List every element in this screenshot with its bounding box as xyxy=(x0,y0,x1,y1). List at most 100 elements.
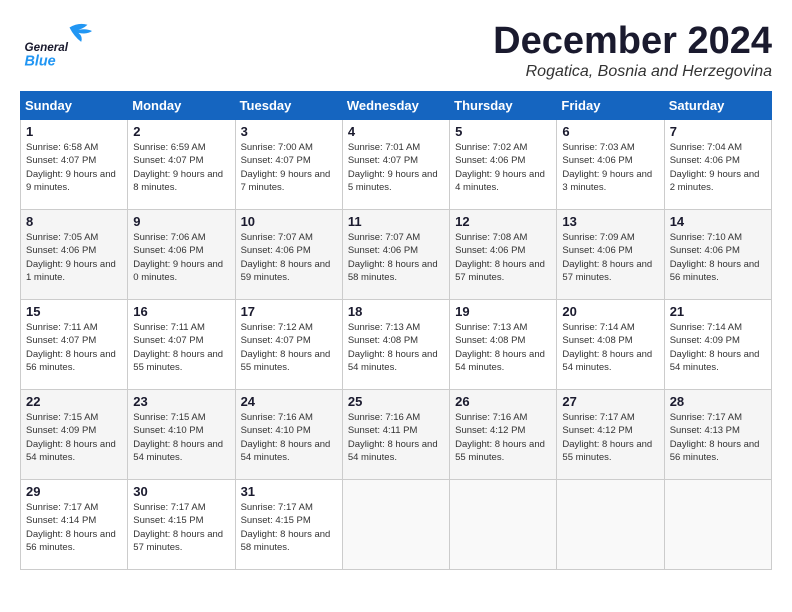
header-thursday: Thursday xyxy=(450,92,557,120)
calendar-cell: 13 Sunrise: 7:09 AMSunset: 4:06 PMDayligh… xyxy=(557,210,664,300)
day-info: Sunrise: 7:15 AMSunset: 4:09 PMDaylight:… xyxy=(26,411,122,464)
logo: General Blue xyxy=(20,20,110,70)
day-info: Sunrise: 7:15 AMSunset: 4:10 PMDaylight:… xyxy=(133,411,229,464)
day-number: 19 xyxy=(455,304,551,319)
day-number: 17 xyxy=(241,304,337,319)
day-info: Sunrise: 7:08 AMSunset: 4:06 PMDaylight:… xyxy=(455,231,551,284)
calendar-cell: 12 Sunrise: 7:08 AMSunset: 4:06 PMDayligh… xyxy=(450,210,557,300)
calendar-cell: 20Sunrise: 7:14 AMSunset: 4:08 PMDayligh… xyxy=(557,300,664,390)
calendar-cell: 22 Sunrise: 7:15 AMSunset: 4:09 PMDayligh… xyxy=(21,390,128,480)
day-number: 27 xyxy=(562,394,658,409)
calendar-cell: 17 Sunrise: 7:12 AMSunset: 4:07 PMDayligh… xyxy=(235,300,342,390)
header-friday: Friday xyxy=(557,92,664,120)
calendar-cell: 24Sunrise: 7:16 AMSunset: 4:10 PMDayligh… xyxy=(235,390,342,480)
calendar-cell: 2Sunrise: 6:59 AMSunset: 4:07 PMDaylight… xyxy=(128,120,235,210)
header-saturday: Saturday xyxy=(664,92,771,120)
day-info: Sunrise: 7:05 AMSunset: 4:06 PMDaylight:… xyxy=(26,231,122,284)
day-number: 2 xyxy=(133,124,229,139)
calendar-cell: 10 Sunrise: 7:07 AMSunset: 4:06 PMDayligh… xyxy=(235,210,342,300)
weekday-header-row: Sunday Monday Tuesday Wednesday Thursday… xyxy=(21,92,772,120)
day-info: Sunrise: 7:13 AMSunset: 4:08 PMDaylight:… xyxy=(455,321,551,374)
day-number: 22 xyxy=(26,394,122,409)
header-monday: Monday xyxy=(128,92,235,120)
day-number: 11 xyxy=(348,214,444,229)
day-number: 20 xyxy=(562,304,658,319)
day-number: 10 xyxy=(241,214,337,229)
day-number: 21 xyxy=(670,304,766,319)
svg-text:Blue: Blue xyxy=(25,53,56,69)
calendar-cell: 29Sunrise: 7:17 AMSunset: 4:14 PMDayligh… xyxy=(21,480,128,570)
day-info: Sunrise: 7:03 AMSunset: 4:06 PMDaylight:… xyxy=(562,141,658,194)
week-row-1: 1Sunrise: 6:58 AMSunset: 4:07 PMDaylight… xyxy=(21,120,772,210)
week-row-2: 8Sunrise: 7:05 AMSunset: 4:06 PMDaylight… xyxy=(21,210,772,300)
day-info: Sunrise: 7:17 AMSunset: 4:13 PMDaylight:… xyxy=(670,411,766,464)
day-number: 12 xyxy=(455,214,551,229)
day-number: 25 xyxy=(348,394,444,409)
week-row-5: 29Sunrise: 7:17 AMSunset: 4:14 PMDayligh… xyxy=(21,480,772,570)
calendar-cell xyxy=(342,480,449,570)
day-info: Sunrise: 7:06 AMSunset: 4:06 PMDaylight:… xyxy=(133,231,229,284)
calendar-cell: 7Sunrise: 7:04 AMSunset: 4:06 PMDaylight… xyxy=(664,120,771,210)
day-number: 28 xyxy=(670,394,766,409)
day-number: 6 xyxy=(562,124,658,139)
day-number: 5 xyxy=(455,124,551,139)
calendar-cell: 21 Sunrise: 7:14 AMSunset: 4:09 PMDayligh… xyxy=(664,300,771,390)
day-info: Sunrise: 7:16 AMSunset: 4:12 PMDaylight:… xyxy=(455,411,551,464)
day-number: 15 xyxy=(26,304,122,319)
calendar-cell: 3Sunrise: 7:00 AMSunset: 4:07 PMDaylight… xyxy=(235,120,342,210)
day-info: Sunrise: 7:16 AMSunset: 4:10 PMDaylight:… xyxy=(241,411,337,464)
week-row-4: 22 Sunrise: 7:15 AMSunset: 4:09 PMDayligh… xyxy=(21,390,772,480)
calendar-cell: 4 Sunrise: 7:01 AMSunset: 4:07 PMDaylight… xyxy=(342,120,449,210)
day-info: Sunrise: 7:16 AMSunset: 4:11 PMDaylight:… xyxy=(348,411,444,464)
page-title: December 2024 xyxy=(493,20,772,63)
day-number: 13 xyxy=(562,214,658,229)
day-number: 14 xyxy=(670,214,766,229)
day-number: 4 xyxy=(348,124,444,139)
day-info: Sunrise: 7:01 AMSunset: 4:07 PMDaylight:… xyxy=(348,141,444,194)
day-info: Sunrise: 7:07 AMSunset: 4:06 PMDaylight:… xyxy=(241,231,337,284)
day-number: 26 xyxy=(455,394,551,409)
header-sunday: Sunday xyxy=(21,92,128,120)
day-info: Sunrise: 7:07 AMSunset: 4:06 PMDaylight:… xyxy=(348,231,444,284)
day-info: Sunrise: 7:10 AMSunset: 4:06 PMDaylight:… xyxy=(670,231,766,284)
day-number: 1 xyxy=(26,124,122,139)
svg-text:General: General xyxy=(25,41,69,54)
title-block: December 2024 Rogatica, Bosnia and Herze… xyxy=(493,20,772,81)
day-info: Sunrise: 7:17 AMSunset: 4:15 PMDaylight:… xyxy=(241,501,337,554)
day-number: 23 xyxy=(133,394,229,409)
logo-image: General Blue xyxy=(20,20,110,70)
calendar-cell: 27 Sunrise: 7:17 AMSunset: 4:12 PMDayligh… xyxy=(557,390,664,480)
calendar-cell: 1Sunrise: 6:58 AMSunset: 4:07 PMDaylight… xyxy=(21,120,128,210)
day-number: 16 xyxy=(133,304,229,319)
day-info: Sunrise: 7:12 AMSunset: 4:07 PMDaylight:… xyxy=(241,321,337,374)
calendar-cell: 23 Sunrise: 7:15 AMSunset: 4:10 PMDayligh… xyxy=(128,390,235,480)
page-subtitle: Rogatica, Bosnia and Herzegovina xyxy=(493,63,772,81)
day-number: 18 xyxy=(348,304,444,319)
day-info: Sunrise: 7:17 AMSunset: 4:15 PMDaylight:… xyxy=(133,501,229,554)
week-row-3: 15 Sunrise: 7:11 AMSunset: 4:07 PMDayligh… xyxy=(21,300,772,390)
page-header: General Blue December 2024 Rogatica, Bos… xyxy=(20,20,772,81)
calendar-cell: 11 Sunrise: 7:07 AMSunset: 4:06 PMDayligh… xyxy=(342,210,449,300)
day-info: Sunrise: 7:14 AMSunset: 4:09 PMDaylight:… xyxy=(670,321,766,374)
day-info: Sunrise: 7:11 AMSunset: 4:07 PMDaylight:… xyxy=(133,321,229,374)
day-info: Sunrise: 7:09 AMSunset: 4:06 PMDaylight:… xyxy=(562,231,658,284)
day-info: Sunrise: 7:13 AMSunset: 4:08 PMDaylight:… xyxy=(348,321,444,374)
calendar-cell: 31Sunrise: 7:17 AMSunset: 4:15 PMDayligh… xyxy=(235,480,342,570)
header-wednesday: Wednesday xyxy=(342,92,449,120)
calendar-cell: 15Sunrise: 7:11 AMSunset: 4:07 PMDayligh… xyxy=(21,300,128,390)
calendar-cell: 8Sunrise: 7:05 AMSunset: 4:06 PMDaylight… xyxy=(21,210,128,300)
calendar-cell: 9Sunrise: 7:06 AMSunset: 4:06 PMDaylight… xyxy=(128,210,235,300)
day-info: Sunrise: 7:02 AMSunset: 4:06 PMDaylight:… xyxy=(455,141,551,194)
calendar-cell: 18 Sunrise: 7:13 AMSunset: 4:08 PMDayligh… xyxy=(342,300,449,390)
day-number: 3 xyxy=(241,124,337,139)
calendar-cell: 30Sunrise: 7:17 AMSunset: 4:15 PMDayligh… xyxy=(128,480,235,570)
calendar-cell: 16 Sunrise: 7:11 AMSunset: 4:07 PMDayligh… xyxy=(128,300,235,390)
day-info: Sunrise: 7:17 AMSunset: 4:12 PMDaylight:… xyxy=(562,411,658,464)
calendar-cell: 5 Sunrise: 7:02 AMSunset: 4:06 PMDaylight… xyxy=(450,120,557,210)
day-number: 29 xyxy=(26,484,122,499)
calendar-cell: 14 Sunrise: 7:10 AMSunset: 4:06 PMDayligh… xyxy=(664,210,771,300)
calendar-body: 1Sunrise: 6:58 AMSunset: 4:07 PMDaylight… xyxy=(21,120,772,570)
day-info: Sunrise: 7:04 AMSunset: 4:06 PMDaylight:… xyxy=(670,141,766,194)
calendar-cell xyxy=(450,480,557,570)
calendar-cell: 25 Sunrise: 7:16 AMSunset: 4:11 PMDayligh… xyxy=(342,390,449,480)
